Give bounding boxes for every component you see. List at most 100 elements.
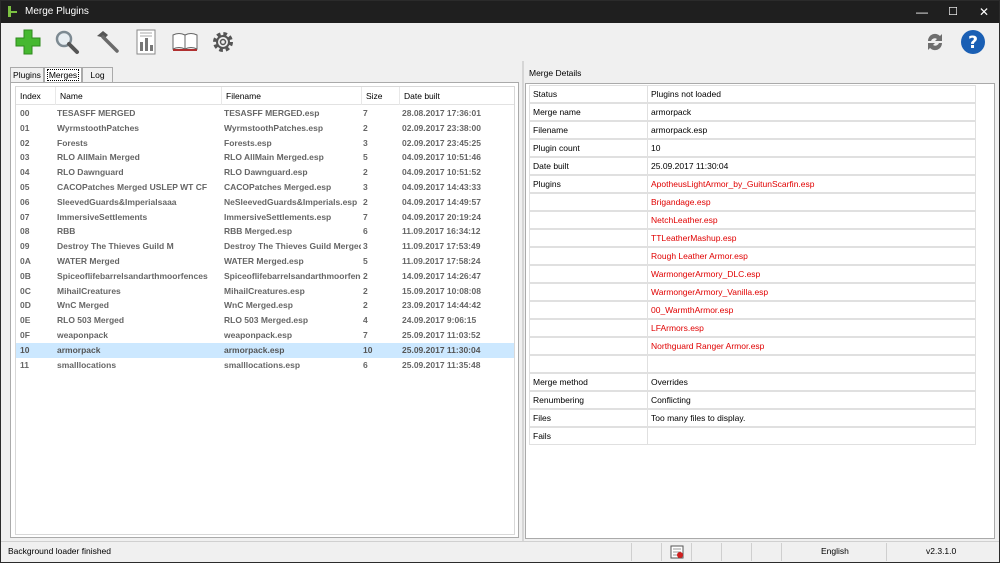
status-divider xyxy=(721,543,722,561)
table-row[interactable]: 0D WnC Merged WnC Merged.esp 2 23.09.2017 14… xyxy=(16,298,514,313)
table-row[interactable]: 08 RBB RBB Merged.esp 6 11.09.2017 16:34:12 xyxy=(16,224,514,239)
app-window: Merge Plugins — ☐ ✕ ? Plugins Merges Log… xyxy=(0,0,1000,563)
row-date-built: 04.09.2017 10:51:46 xyxy=(402,152,481,163)
merges-list[interactable]: Index Name Filename Size Date built 00 TE… xyxy=(15,86,515,535)
details-row: Date built 25.09.2017 11:30:04 xyxy=(529,157,976,175)
details-label: Merge method xyxy=(529,373,647,391)
search-icon[interactable] xyxy=(53,28,81,56)
column-header-size[interactable]: Size xyxy=(362,87,400,105)
close-button[interactable]: ✕ xyxy=(969,1,999,23)
row-date-built: 04.09.2017 10:51:52 xyxy=(402,167,481,178)
row-date-built: 11.09.2017 17:53:49 xyxy=(402,241,481,252)
table-row[interactable]: 05 CACOPatches Merged USLEP WT CF CACOPatc… xyxy=(16,180,514,195)
table-row[interactable]: 0F weaponpack weaponpack.esp 7 25.09.2017 11… xyxy=(16,328,514,343)
log-icon[interactable] xyxy=(670,545,684,559)
details-value: Northguard Ranger Armor.esp xyxy=(647,337,976,355)
minimize-button[interactable]: — xyxy=(907,1,937,23)
details-label: Plugins xyxy=(529,175,647,193)
table-row[interactable]: 0C MihailCreatures MihailCreatures.esp 2 15.… xyxy=(16,284,514,299)
row-name: RLO AllMain Merged xyxy=(57,152,140,163)
tab-plugins[interactable]: Plugins xyxy=(10,67,44,83)
status-divider xyxy=(751,543,752,561)
report-icon[interactable] xyxy=(132,28,160,56)
details-value: armorpack.esp xyxy=(647,121,976,139)
details-value xyxy=(647,427,976,445)
row-size: 10 xyxy=(363,344,373,355)
hammer-icon[interactable] xyxy=(93,28,121,56)
row-date-built: 25.09.2017 11:30:04 xyxy=(402,344,481,355)
row-date-built: 02.09.2017 23:38:00 xyxy=(402,122,481,133)
column-header-filename[interactable]: Filename xyxy=(222,87,362,105)
table-row[interactable]: 06 SleevedGuards&Imperialsaaa NeSleevedGua… xyxy=(16,195,514,210)
table-row[interactable]: 09 Destroy The Thieves Guild M Destroy The… xyxy=(16,239,514,254)
table-row[interactable]: 07 ImmersiveSettlements ImmersiveSettlemen… xyxy=(16,210,514,225)
refresh-icon[interactable] xyxy=(921,28,949,56)
status-divider xyxy=(886,543,887,561)
title-bar[interactable]: Merge Plugins — ☐ ✕ xyxy=(1,1,999,23)
details-row: WarmongerArmory_DLC.esp xyxy=(529,265,976,283)
table-row[interactable]: 0E RLO 503 Merged RLO 503 Merged.esp 4 24.09… xyxy=(16,313,514,328)
details-label xyxy=(529,247,647,265)
table-row[interactable]: 10 armorpack armorpack.esp 10 25.09.2017 11:… xyxy=(16,342,514,358)
book-icon[interactable] xyxy=(171,28,199,56)
row-name: RLO Dawnguard xyxy=(57,167,124,178)
row-index: 05 xyxy=(20,182,30,192)
details-label: Merge name xyxy=(529,103,647,121)
table-row[interactable]: 02 Forests Forests.esp 3 02.09.2017 23:45:25 xyxy=(16,136,514,151)
tab-merges[interactable]: Merges xyxy=(44,67,82,83)
maximize-button[interactable]: ☐ xyxy=(938,1,968,23)
row-name: WyrmstoothPatches xyxy=(57,122,140,133)
status-bar: Background loader finished English v2.3.… xyxy=(1,541,999,562)
row-name: armorpack xyxy=(57,344,101,355)
add-icon[interactable] xyxy=(14,28,42,56)
details-row: Filename armorpack.esp xyxy=(529,121,976,139)
status-divider xyxy=(691,543,692,561)
table-row[interactable]: 01 WyrmstoothPatches WyrmstoothPatches.esp… xyxy=(16,121,514,136)
row-filename: weaponpack.esp xyxy=(224,330,293,340)
row-index: 02 xyxy=(20,137,30,148)
row-filename: RLO AllMain Merged.esp xyxy=(224,152,324,163)
details-row: Status Plugins not loaded xyxy=(529,85,976,103)
details-row: TTLeatherMashup.esp xyxy=(529,229,976,247)
row-filename: RLO Dawnguard.esp xyxy=(224,167,308,178)
row-filename: WATER Merged.esp xyxy=(224,256,304,266)
status-divider xyxy=(781,543,782,561)
row-date-built: 02.09.2017 23:45:25 xyxy=(402,137,481,148)
row-index: 01 xyxy=(20,122,30,133)
row-name: MihailCreatures xyxy=(57,285,121,296)
row-filename: Destroy The Thieves Guild Merged.esp xyxy=(224,241,361,252)
column-header-date-built[interactable]: Date built xyxy=(400,87,514,105)
details-label xyxy=(529,193,647,211)
table-row[interactable]: 00 TESASFF MERGED TESASFF MERGED.esp 7 28.08… xyxy=(16,106,514,121)
tab-log[interactable]: Log xyxy=(82,67,113,83)
row-index: 04 xyxy=(20,167,30,178)
row-date-built: 11.09.2017 17:58:24 xyxy=(402,256,481,266)
column-header-name[interactable]: Name xyxy=(56,87,222,105)
details-row: Northguard Ranger Armor.esp xyxy=(529,337,976,355)
details-value: 25.09.2017 11:30:04 xyxy=(647,157,976,175)
row-filename: WnC Merged.esp xyxy=(224,300,293,311)
table-row[interactable]: 0B Spiceoflifebarrelsandarthmoorfences Spi… xyxy=(16,269,514,284)
row-filename: Spiceoflifebarrelsandarthmoorfences.esp xyxy=(224,270,361,281)
column-header-index[interactable]: Index xyxy=(16,87,56,105)
row-index: 11 xyxy=(20,359,29,370)
details-label: Date built xyxy=(529,157,647,175)
panel-splitter[interactable] xyxy=(522,61,524,541)
table-row[interactable]: 03 RLO AllMain Merged RLO AllMain Merged.e… xyxy=(16,150,514,165)
table-row[interactable]: 04 RLO Dawnguard RLO Dawnguard.esp 2 04.09.2… xyxy=(16,165,514,180)
table-row[interactable]: 0A WATER Merged WATER Merged.esp 5 11.09.201… xyxy=(16,254,514,269)
row-size: 4 xyxy=(363,315,368,326)
help-icon[interactable]: ? xyxy=(959,28,987,56)
details-value: Conflicting xyxy=(647,391,976,409)
row-filename: RLO 503 Merged.esp xyxy=(224,315,309,326)
details-value: Plugins not loaded xyxy=(647,85,976,103)
gear-icon[interactable] xyxy=(209,28,237,56)
details-value: armorpack xyxy=(647,103,976,121)
version-label: v2.3.1.0 xyxy=(926,546,957,556)
details-row: Files Too many files to display. xyxy=(529,409,976,427)
row-index: 0E xyxy=(20,315,31,326)
row-name: WATER Merged xyxy=(57,256,120,266)
row-size: 3 xyxy=(363,182,368,192)
status-divider xyxy=(631,543,632,561)
table-row[interactable]: 11 smalllocations smalllocations.esp 6 25.09… xyxy=(16,358,514,373)
